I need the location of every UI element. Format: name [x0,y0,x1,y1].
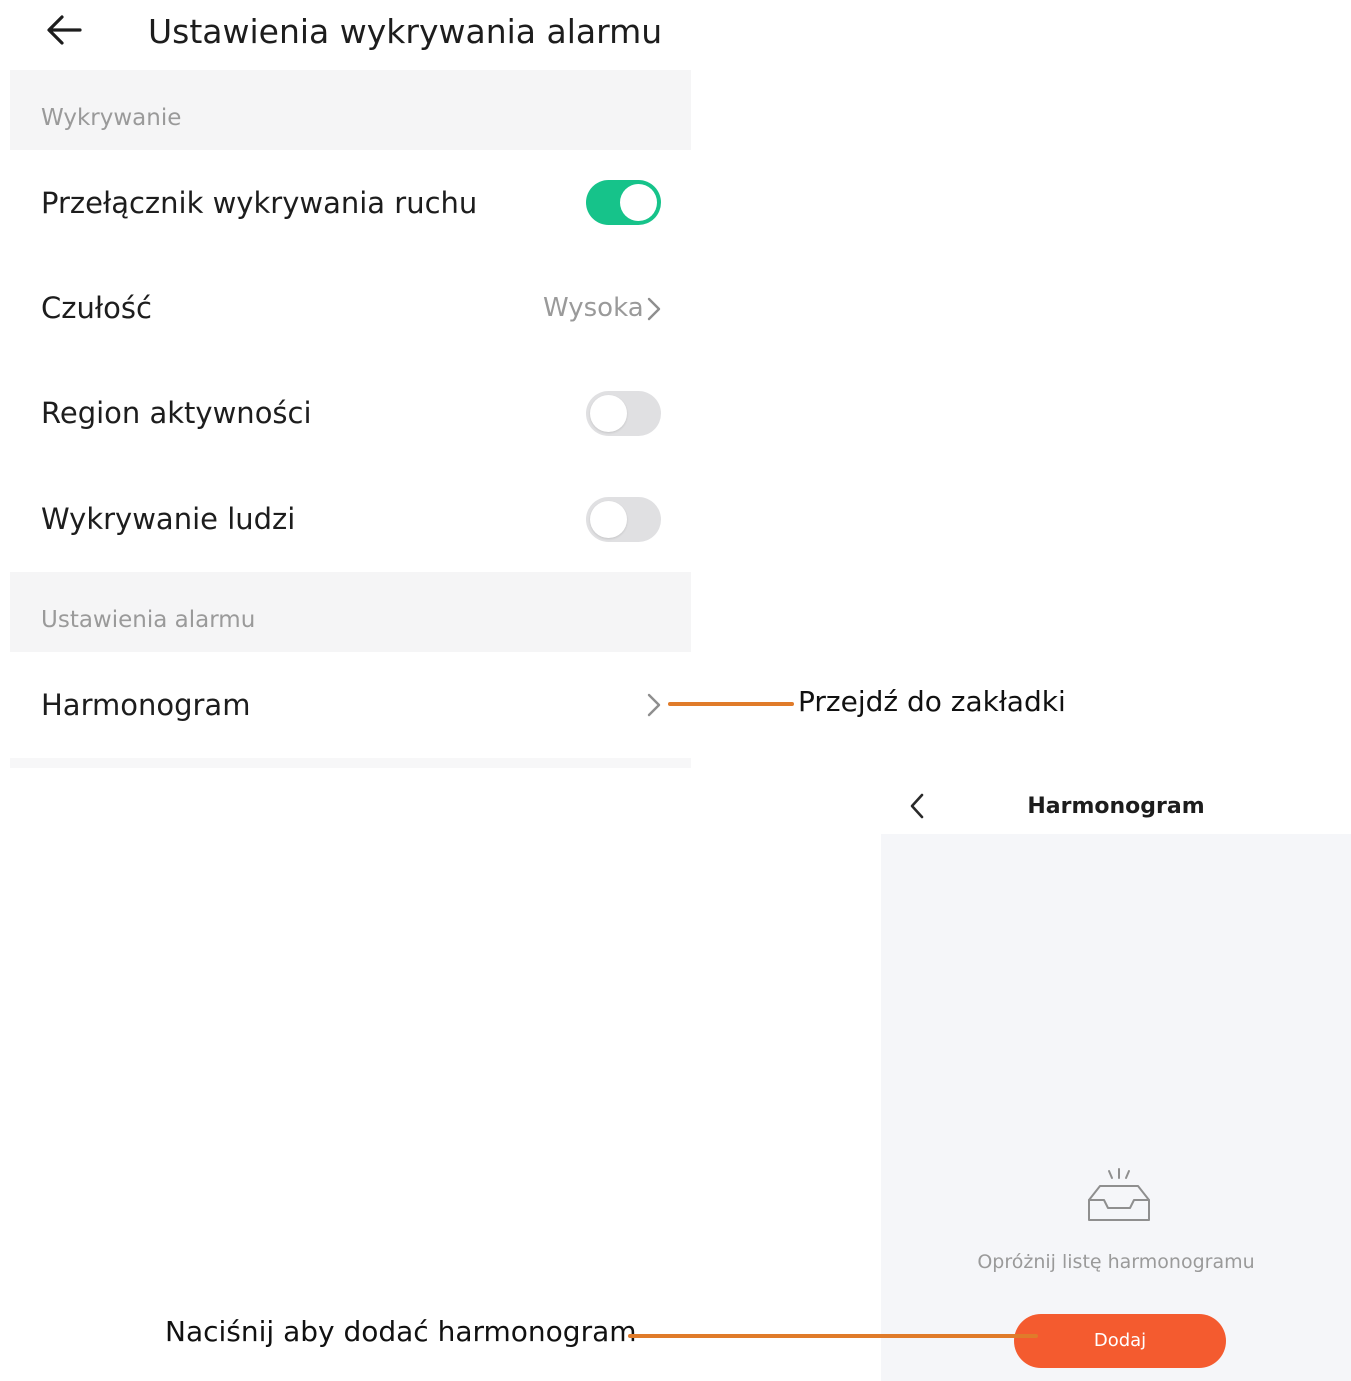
callout-go-to-tab: Przejdź do zakładki [798,685,1066,718]
row-label: Region aktywności [41,396,312,430]
section-header-detection: Wykrywanie [10,70,691,150]
empty-state-text: Opróżnij listę harmonogramu [977,1251,1255,1273]
motion-detection-toggle[interactable] [586,180,661,225]
callout-press-to-add: Naciśnij aby dodać harmonogram [165,1315,637,1348]
activity-region-toggle[interactable] [586,391,661,436]
divider [10,758,691,768]
sensitivity-value: Wysoka [543,293,644,323]
header: Harmonogram [881,768,1351,834]
section-header-label: Ustawienia alarmu [41,607,256,633]
page-title: Harmonogram [1027,794,1205,819]
callout-line-go-to-tab [668,702,794,706]
section-header-alarm: Ustawienia alarmu [10,572,691,652]
row-label: Wykrywanie ludzi [41,502,296,536]
schedule-row[interactable]: Harmonogram [10,652,691,757]
section-header-label: Wykrywanie [41,105,182,131]
chevron-right-icon [647,693,661,717]
human-detection-toggle[interactable] [586,497,661,542]
header: Ustawienia wykrywania alarmu [10,0,691,70]
row-label: Przełącznik wykrywania ruchu [41,186,478,220]
toggle-knob [590,501,627,538]
schedule-screen: Harmonogram Opróżnij listę harmonogramu … [881,768,1351,1381]
alarm-detection-settings-screen: Ustawienia wykrywania alarmu Wykrywanie … [10,0,691,768]
back-arrow-icon[interactable] [44,10,84,50]
add-schedule-button[interactable]: Dodaj [1014,1314,1226,1368]
toggle-knob [590,395,627,432]
human-detection-row[interactable]: Wykrywanie ludzi [10,466,691,571]
motion-detection-switch-row[interactable]: Przełącznik wykrywania ruchu [10,150,691,255]
activity-region-row[interactable]: Region aktywności [10,360,691,465]
callout-line-press-to-add [628,1334,1038,1338]
empty-inbox-icon [1088,1168,1150,1221]
page-title: Ustawienia wykrywania alarmu [148,12,663,51]
row-label: Czułość [41,291,152,325]
chevron-right-icon [647,297,661,321]
empty-state: Opróżnij listę harmonogramu Dodaj [881,834,1351,1381]
toggle-knob [620,184,657,221]
sensitivity-row[interactable]: Czułość Wysoka [10,255,691,360]
row-label: Harmonogram [41,688,251,722]
